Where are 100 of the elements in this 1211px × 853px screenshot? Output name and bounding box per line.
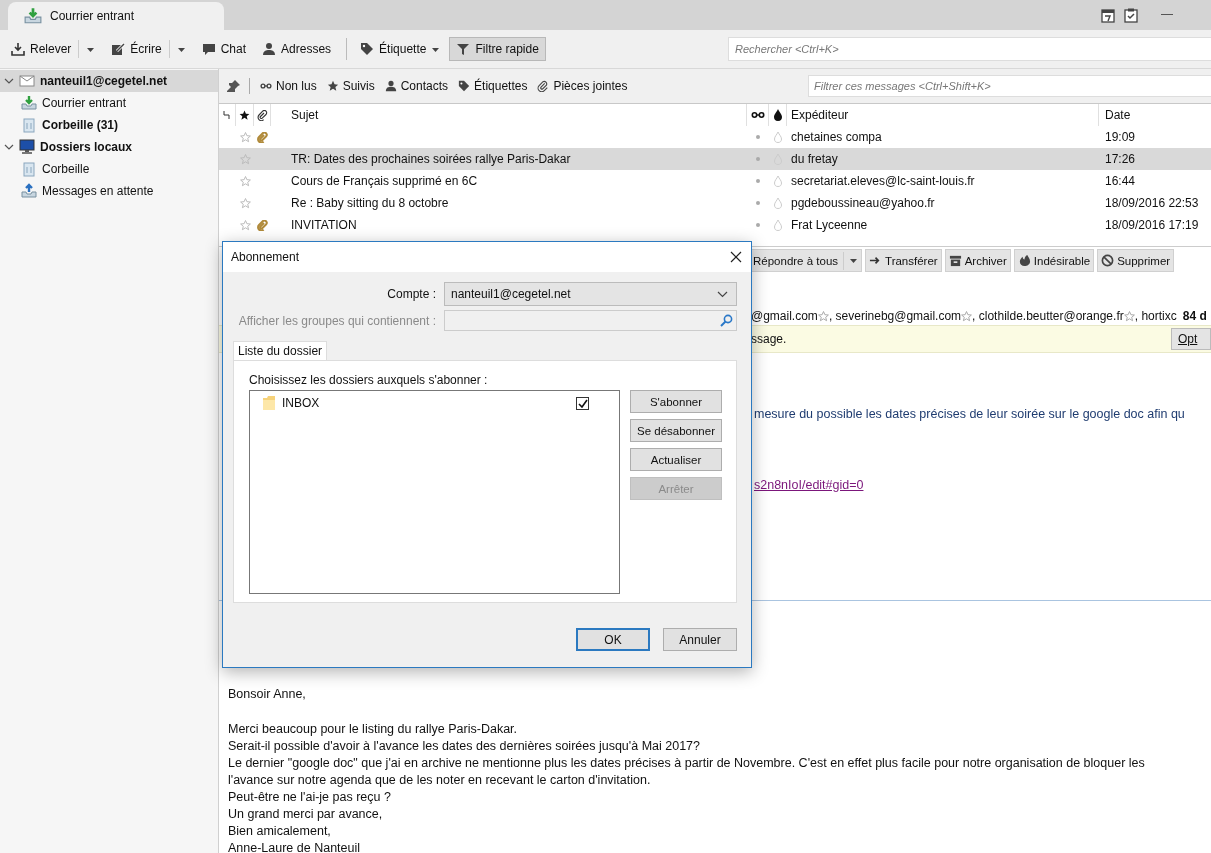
prohibited-icon [1101, 254, 1115, 267]
body-text: Le dernier "google doc" que j'ai en archive ne mentionne plus les dates précises à partir de Novembre. C'est en effet plus facile pour notre organisation de bloquer les [228, 756, 1146, 772]
dialog-button[interactable]: Actualiser [630, 448, 722, 471]
folder-tree[interactable]: INBOX [249, 390, 620, 594]
filter-button[interactable]: Non lus [256, 77, 321, 95]
message-row[interactable]: Re : Baby sitting du 8 octobre pgdeboussineau@yahoo.fr 18/09/2016 22:53 [219, 192, 1211, 214]
tag-icon [458, 80, 471, 92]
toolbar-button[interactable]: Étiquette [353, 37, 448, 61]
inbox-tray-icon [21, 95, 37, 111]
close-icon [730, 251, 742, 263]
folder-name: INBOX [282, 396, 321, 410]
account-dropdown[interactable]: nanteuil1@cegetel.net [444, 282, 737, 306]
dialog-button[interactable]: OK [576, 628, 650, 651]
recipient[interactable]: , severinebg@gmail.com [828, 309, 962, 323]
field-label: Compte : [386, 287, 436, 301]
body-text: Merci beaucoup pour le listing du rallye Paris-Dakar. [228, 722, 519, 738]
message-row[interactable]: TR: Dates des prochaines soirées rallye Paris-Dakar du fretay 17:26 [219, 148, 1211, 170]
download-icon [11, 42, 25, 56]
date: 16:44 [1104, 173, 1137, 190]
options-button[interactable]: Opt [1171, 328, 1211, 350]
pencil-icon [111, 42, 126, 56]
toolbar-button[interactable]: Écrire [104, 37, 193, 61]
filter-button[interactable]: Contacts [380, 77, 453, 95]
funnel-icon [456, 42, 471, 56]
column-header[interactable]: Expéditeur [787, 104, 1099, 126]
dot-icon [756, 223, 760, 227]
dot-icon [756, 201, 760, 205]
toolbar-button[interactable]: Relever [4, 37, 103, 61]
message-action-button[interactable]: Archiver [944, 249, 1011, 272]
paperclip-icon [256, 109, 268, 121]
filter-field[interactable]: Filtrer ces messages <Ctrl+Shift+K> [808, 75, 1211, 97]
toolbar-button[interactable]: Chat [194, 37, 254, 61]
computer-icon [19, 139, 35, 155]
message-action-button[interactable]: Indésirable [1013, 249, 1095, 272]
instruction-text: Choisissez les dossiers auxquels s'abonner : [249, 373, 489, 387]
envelope-icon [19, 73, 35, 89]
recipient[interactable]: @gmail.com [751, 309, 818, 323]
body-text: Bonsoir Anne, [228, 687, 307, 703]
message-action-button[interactable]: Supprimer [1097, 249, 1175, 272]
star-icon [326, 80, 339, 92]
body-text: Anne-Laure de Nanteuil [228, 841, 362, 853]
glasses-icon [750, 111, 765, 119]
recipient[interactable]: , hortixc [1134, 309, 1177, 323]
archive-box-icon [948, 254, 962, 267]
chevron-icon [717, 290, 728, 298]
message-row[interactable]: INVITATION Frat Lyceenne 18/09/2016 17:19 [219, 214, 1211, 236]
field-label: Afficher les groupes qui contiennent : [237, 313, 436, 328]
toolbar-button[interactable]: Filtre rapide [449, 37, 546, 61]
filter-button[interactable]: Suivis [322, 77, 379, 95]
calendar-icon [1101, 7, 1115, 23]
checkbox[interactable] [576, 396, 589, 410]
search-icon [720, 314, 733, 327]
body-text: mesure du possible les dates précises de leur soirée sur le google doc afin qu [754, 407, 1185, 421]
message-action-button[interactable]: Répondre à tous [749, 249, 863, 272]
column-header[interactable]: Sujet [271, 104, 747, 126]
recipient[interactable]: , clothilde.beutter@orange.fr [972, 309, 1124, 323]
message-date: 84 d [1182, 309, 1207, 323]
minimize-icon [1161, 14, 1173, 16]
trash-bin-icon [21, 161, 37, 177]
inbox-tray-icon [24, 7, 42, 25]
column-header[interactable]: Date [1099, 104, 1211, 126]
pin-icon [226, 78, 241, 94]
message-row[interactable]: Cours de Français supprimé en 6C secretariat.eleves@lc-saint-louis.fr 16:44 [219, 170, 1211, 192]
folder-item[interactable]: Messages en attente [0, 180, 218, 202]
folder-item[interactable]: Corbeille (31) [0, 114, 218, 136]
thread-icon [223, 110, 231, 120]
body-text: Bien amicalement, [228, 824, 332, 840]
message-subject: Cours de Français supprimé en 6C [291, 174, 478, 188]
dot-icon [756, 179, 760, 183]
filter-button[interactable]: Pièces jointes [533, 77, 632, 95]
mail-tab[interactable]: Courrier entrant [8, 2, 224, 30]
date: 18/09/2016 17:19 [1104, 217, 1200, 234]
date: 18/09/2016 22:53 [1104, 195, 1200, 212]
link[interactable]: s2n8nIoI/edit#gid=0 [754, 478, 864, 492]
sender: Frat Lyceenne [790, 217, 869, 234]
person-icon [262, 42, 277, 56]
message-subject: INVITATION [291, 218, 357, 232]
filter-button[interactable]: Étiquettes [454, 77, 532, 95]
message-action-button[interactable]: Transférer [865, 249, 942, 272]
star-icon [239, 109, 250, 121]
folder-item[interactable]: Corbeille [0, 158, 218, 180]
date: 19:09 [1104, 129, 1137, 146]
dialog-button[interactable]: S'abonner [630, 390, 722, 413]
sender: secretariat.eleves@lc-saint-louis.fr [790, 173, 976, 190]
dialog-button[interactable]: Se désabonner [630, 419, 722, 442]
folder-item[interactable]: Dossiers locaux [0, 136, 218, 158]
search-field[interactable]: Rechercher <Ctrl+K> [728, 37, 1211, 61]
dialog-button[interactable]: Annuler [663, 628, 737, 651]
dialog-title: Abonnement [231, 250, 300, 264]
body-text: Peut-être ne l'ai-je pas reçu ? [228, 790, 392, 806]
toolbar-button[interactable]: Adresses [255, 37, 339, 61]
message-subject: Re : Baby sitting du 8 octobre [291, 196, 449, 210]
message-row[interactable]: chetaines compa 19:09 [219, 126, 1211, 148]
dialog-tab[interactable]: Liste du dossier [233, 341, 328, 360]
folder-item[interactable]: nanteuil1@cegetel.net [0, 70, 218, 92]
folder-icon [262, 395, 276, 411]
paperclip-icon [537, 80, 550, 92]
folder-item[interactable]: Courrier entrant [0, 92, 218, 114]
task-list-icon [1124, 7, 1138, 23]
outbox-tray-icon [21, 183, 37, 199]
